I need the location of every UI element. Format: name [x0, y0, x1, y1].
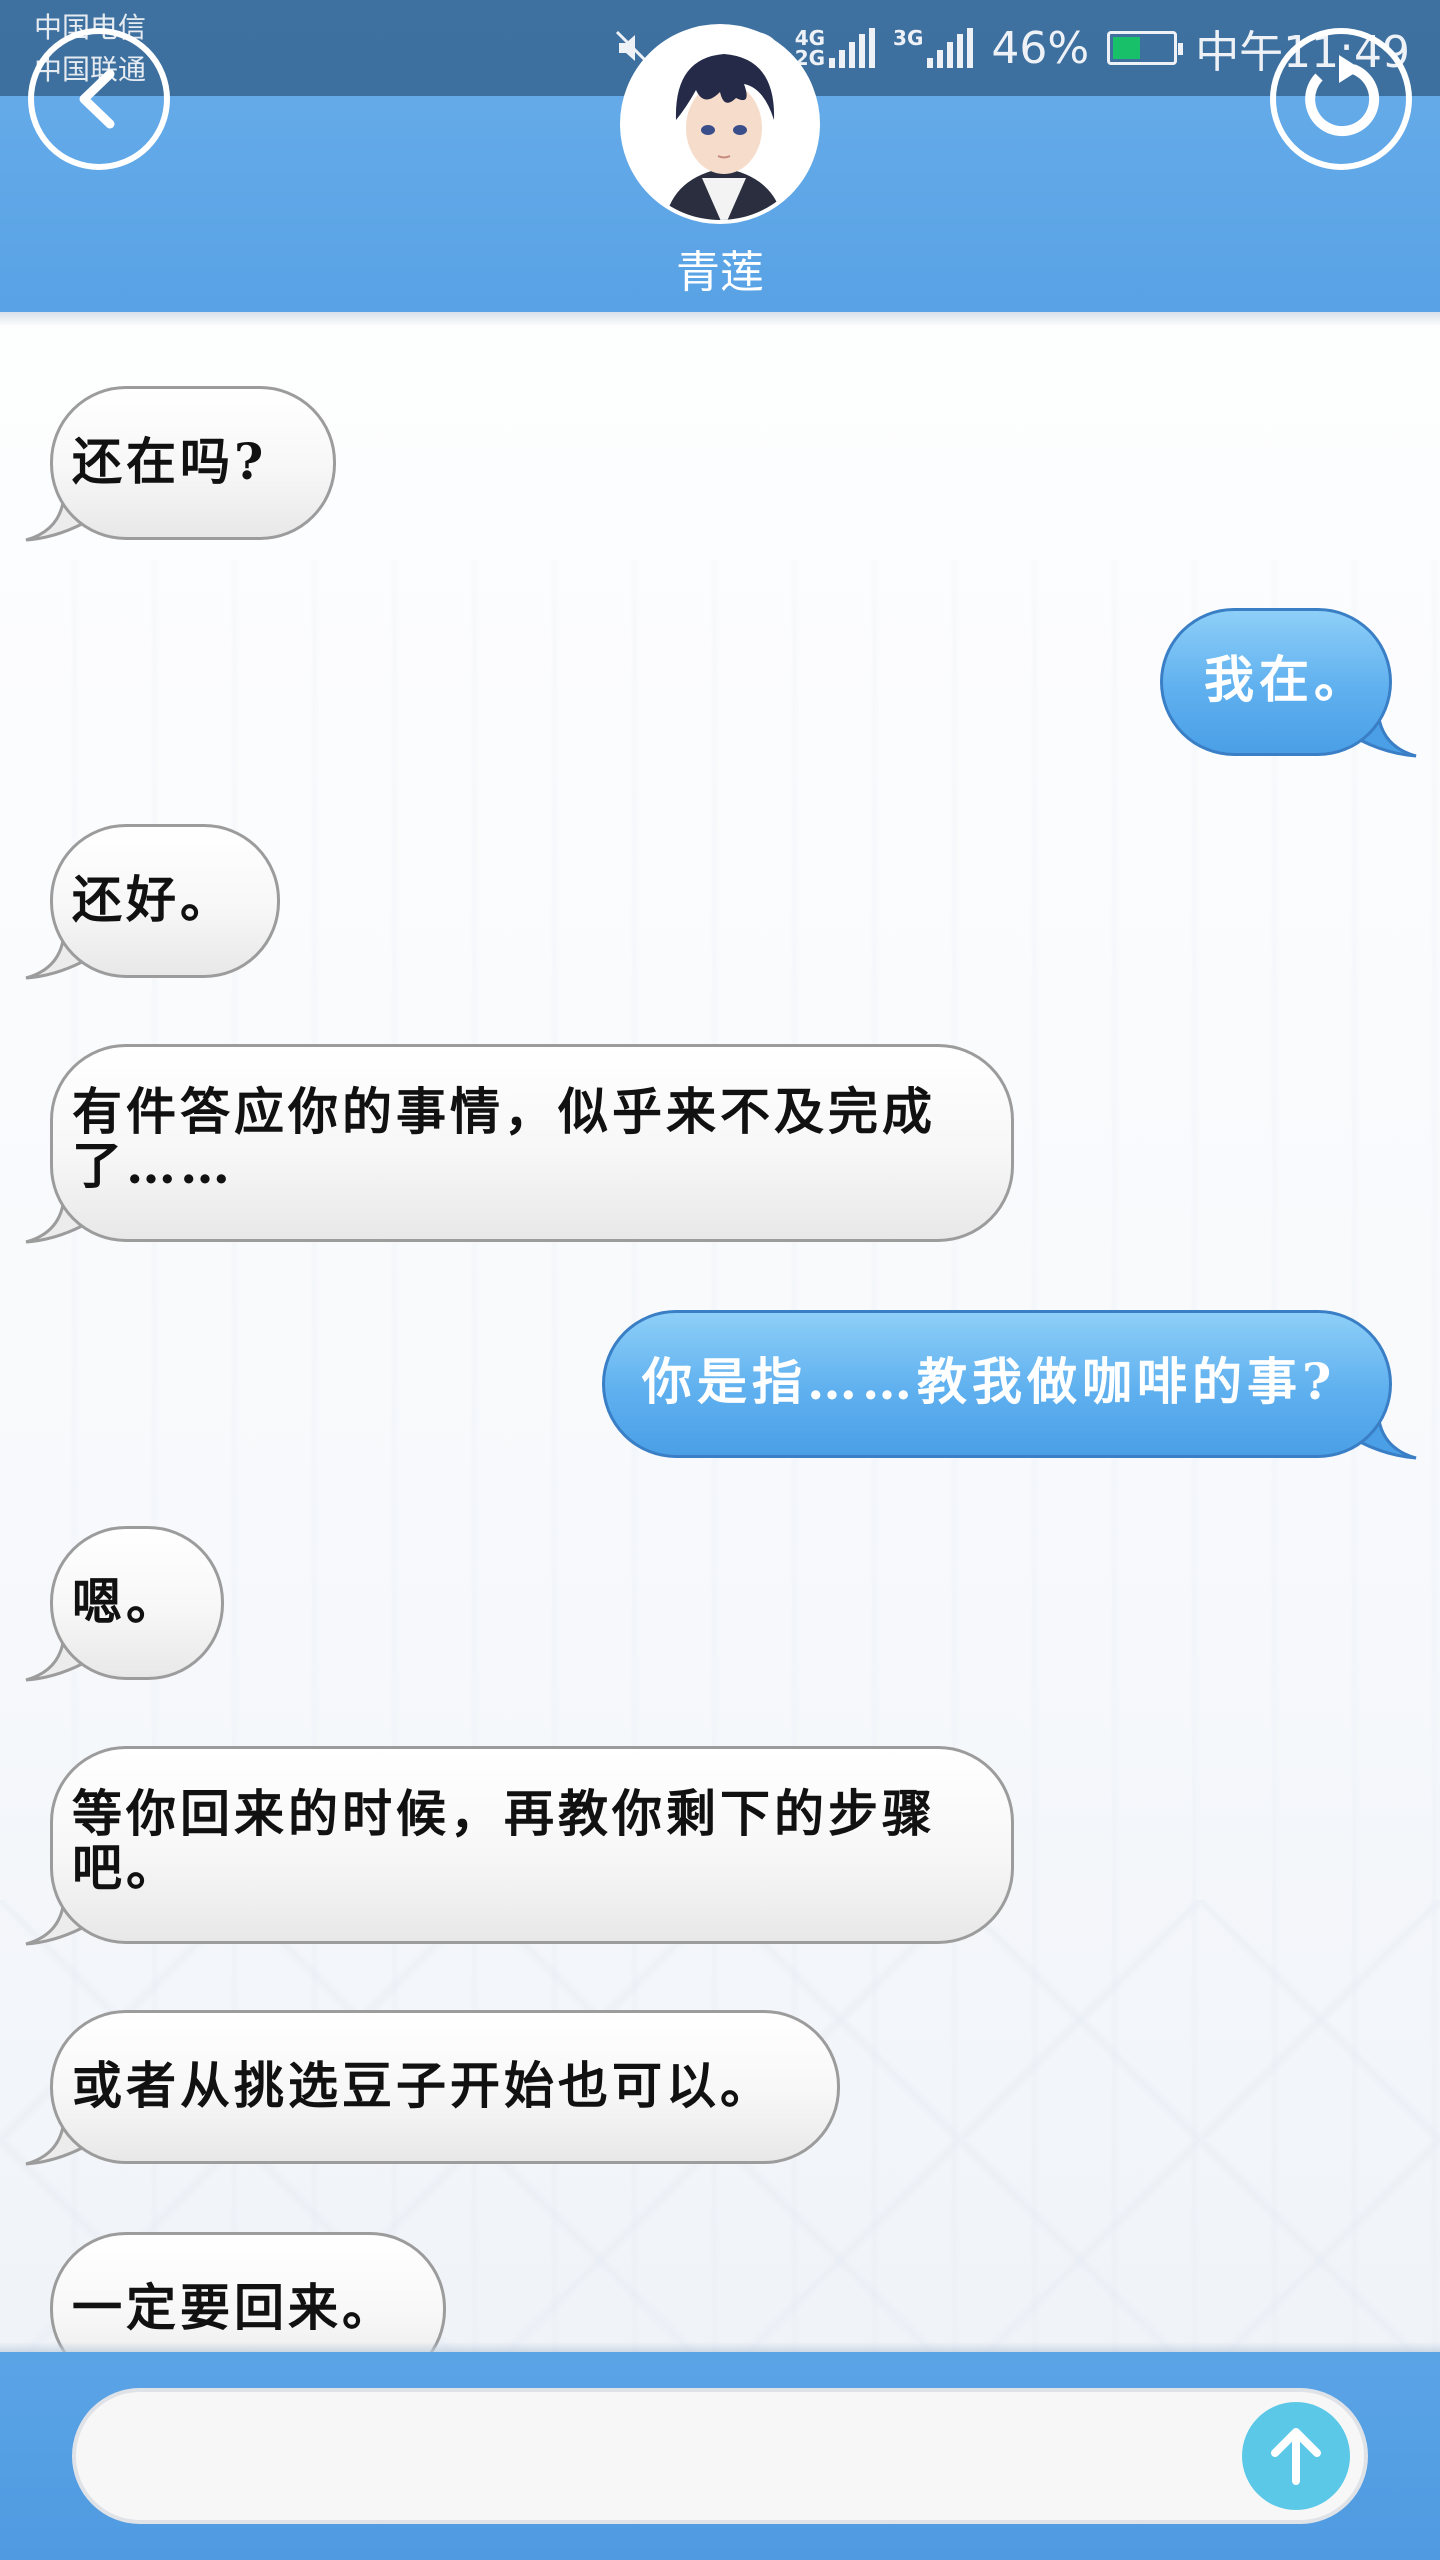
- refresh-icon: [1305, 55, 1380, 137]
- contact-avatar[interactable]: [620, 24, 820, 224]
- header-divider: [0, 312, 1440, 326]
- message-bubble-incoming: 还在吗?: [25, 386, 336, 542]
- message-bubble-outgoing: 你是指……教我做咖啡的事?: [602, 1310, 1417, 1460]
- message-text: 还在吗?: [72, 432, 268, 491]
- message-bubble-incoming: 嗯。: [25, 1526, 224, 1682]
- message-text: 或者从挑选豆子开始也可以。: [72, 2056, 774, 2115]
- message-bubble-outgoing: 我在。: [1160, 608, 1417, 758]
- message-bubble-incoming: 等你回来的时候，再教你剩下的步骤 吧。: [25, 1746, 1014, 1946]
- avatar-portrait: [624, 28, 816, 220]
- message-bubble-incoming: 或者从挑选豆子开始也可以。: [25, 2010, 840, 2166]
- back-button[interactable]: [28, 28, 170, 170]
- message-text-line: 吧。: [72, 1838, 180, 1897]
- message-bubble-incoming: 有件答应你的事情，似乎来不及完成 了……: [25, 1044, 1014, 1244]
- network-type-label: 3G: [893, 26, 924, 50]
- send-button[interactable]: [1242, 2402, 1350, 2510]
- signal-icon: 3G: [893, 26, 974, 68]
- chat-screen: 中国电信 中国联通 4G 2G 3G 46% 中午11:49 青莲 还在吗? 我…: [0, 0, 1440, 2560]
- battery-icon: [1107, 31, 1184, 65]
- message-text: 我在。: [1204, 650, 1369, 709]
- composer-bar: [0, 2342, 1440, 2560]
- message-text-line: 有件答应你的事情，似乎来不及完成: [72, 1082, 936, 1141]
- message-text-line: 等你回来的时候，再教你剩下的步骤: [72, 1784, 936, 1843]
- message-input[interactable]: [72, 2388, 1368, 2524]
- message-text: 还好。: [72, 870, 234, 929]
- contact-name: 青莲: [676, 247, 764, 298]
- message-text: 嗯。: [72, 1572, 180, 1631]
- signal-icon: 4G 2G: [794, 26, 876, 68]
- message-text-line: 了……: [72, 1136, 234, 1195]
- message-text: 一定要回来。: [72, 2278, 396, 2337]
- message-text: 你是指……教我做咖啡的事?: [642, 1352, 1337, 1411]
- arrow-up-icon: [1271, 2428, 1321, 2485]
- battery-percent: 46%: [991, 22, 1090, 74]
- chevron-left-icon: [79, 69, 115, 129]
- refresh-button[interactable]: [1270, 28, 1412, 170]
- message-bubble-incoming: 还好。: [25, 824, 280, 980]
- network-type-label: 4G: [794, 26, 826, 50]
- chat-header: 中国电信 中国联通 4G 2G 3G 46% 中午11:49 青莲: [0, 0, 1440, 312]
